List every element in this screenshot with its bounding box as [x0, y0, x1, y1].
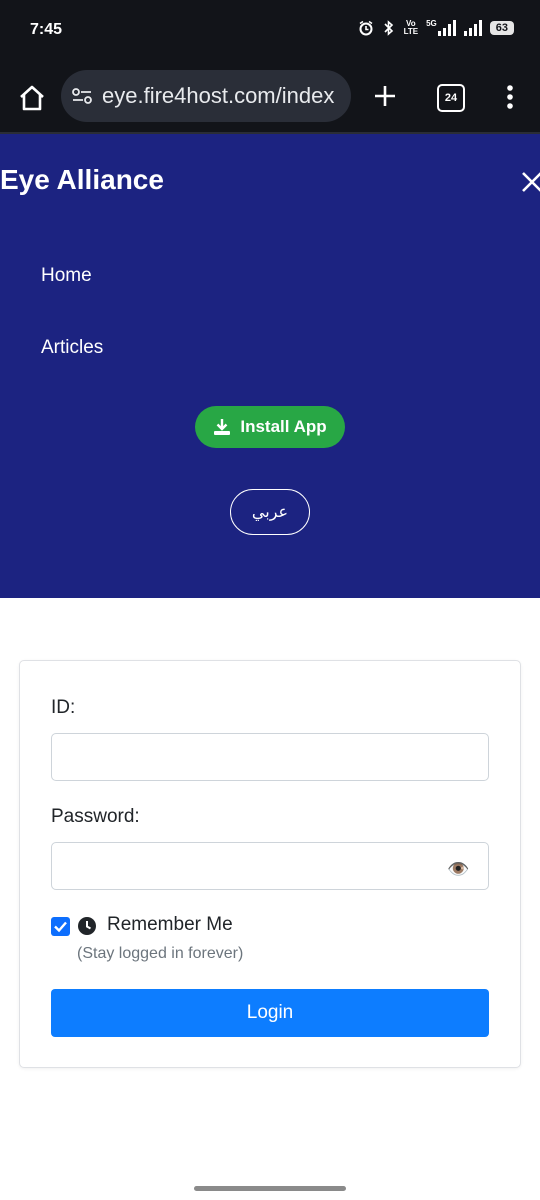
more-menu-icon[interactable] [500, 82, 520, 112]
password-input[interactable] [51, 842, 489, 890]
language-toggle-button[interactable]: عربي [230, 489, 310, 535]
language-label: عربي [251, 504, 289, 521]
gesture-bar [194, 1186, 346, 1191]
id-label: ID: [51, 697, 76, 718]
checkmark-icon [54, 921, 67, 933]
home-icon[interactable] [16, 82, 48, 114]
nav-item-articles[interactable]: Articles [41, 337, 103, 359]
brand-title[interactable]: Eye Alliance [0, 164, 164, 196]
nav-item-home[interactable]: Home [41, 265, 92, 287]
battery-indicator: 63 [489, 21, 514, 35]
download-icon [214, 419, 231, 435]
browser-toolbar: eye.fire4host.com/index 24 [0, 62, 540, 134]
url-text[interactable]: eye.fire4host.com/index [102, 83, 334, 109]
new-tab-icon[interactable] [371, 82, 399, 110]
login-card: ID: Password: 👁️ Remember Me (Stay logge… [19, 660, 521, 1068]
login-button[interactable]: Login [51, 989, 489, 1037]
id-input[interactable] [51, 733, 489, 781]
alarm-icon [359, 20, 373, 36]
clock-icon [78, 917, 96, 935]
signal-bars-icon [437, 20, 456, 36]
signal-bars-icon-2 [463, 20, 482, 36]
signal-5g: 5G [426, 20, 456, 36]
status-icons: Vo LTE 5G 63 [358, 20, 514, 36]
show-password-eye-icon[interactable]: 👁️ [447, 859, 500, 880]
remember-me-label[interactable]: Remember Me [107, 914, 233, 936]
status-bar: 7:45 Vo LTE 5G 63 [0, 0, 540, 62]
install-app-button[interactable]: Install App [195, 406, 345, 448]
close-icon[interactable] [520, 170, 540, 194]
bluetooth-icon [383, 20, 393, 36]
volte-indicator: Vo LTE [403, 19, 419, 36]
nav-menu: Eye Alliance Home Articles Install App ع… [0, 134, 540, 598]
status-time: 7:45 [30, 21, 63, 38]
address-bar[interactable]: eye.fire4host.com/index [61, 70, 351, 122]
install-app-label: Install App [240, 417, 327, 436]
remember-me-hint: (Stay logged in forever) [77, 945, 244, 962]
remember-me-checkbox[interactable] [51, 917, 70, 936]
tab-switcher-button[interactable]: 24 [437, 84, 465, 112]
site-settings-icon[interactable] [71, 85, 93, 107]
password-label: Password: [51, 806, 140, 827]
